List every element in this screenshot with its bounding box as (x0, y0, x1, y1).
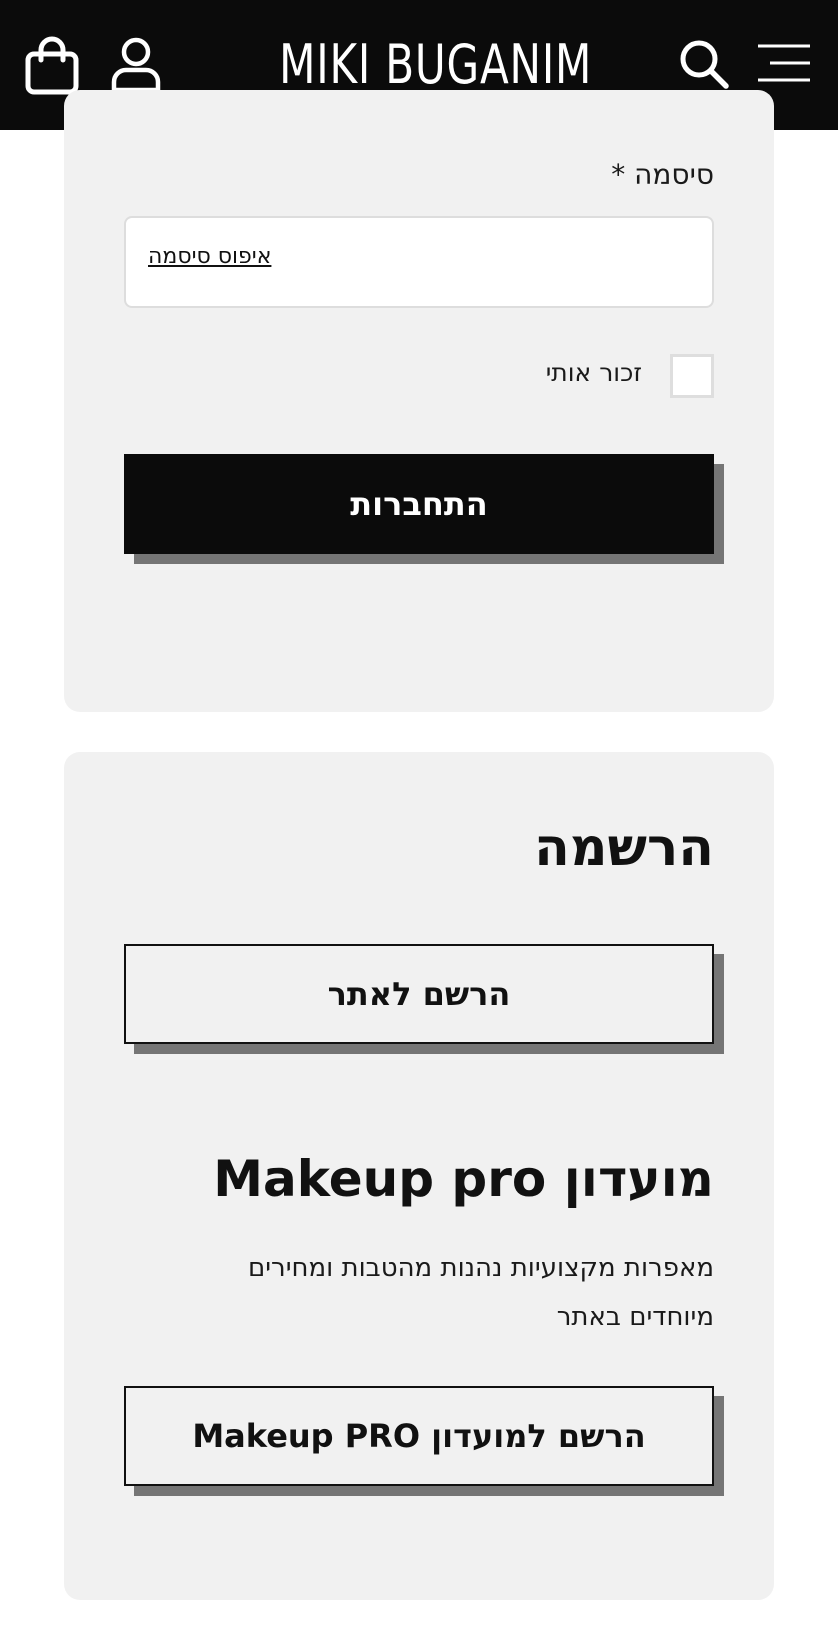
register-button-wrapper: הרשם לאתר (124, 944, 724, 1054)
club-register-button[interactable]: הרשם למועדון Makeup PRO (124, 1386, 714, 1486)
reset-password-link[interactable]: איפוס סיסמה (148, 244, 271, 269)
club-description: מאפרות מקצועיות נהנות מהטבות ומחירים מיו… (247, 1253, 714, 1332)
user-account-icon[interactable] (110, 36, 162, 94)
register-button[interactable]: הרשם לאתר (124, 944, 714, 1044)
club-button-wrapper: הרשם למועדון Makeup PRO (124, 1386, 724, 1496)
remember-me-checkbox[interactable] (670, 354, 714, 398)
club-heading: מועדון Makeup pro (213, 1150, 714, 1208)
login-button[interactable]: התחברות (124, 454, 714, 554)
login-button-wrapper: התחברות (124, 454, 724, 564)
register-heading: הרשמה (534, 818, 714, 878)
shopping-bag-icon[interactable] (24, 36, 80, 96)
search-icon[interactable] (678, 38, 730, 90)
remember-me-label: זכור אותי (545, 358, 642, 387)
password-label: סיסמה * (611, 158, 714, 191)
hamburger-menu-icon[interactable] (756, 42, 812, 86)
